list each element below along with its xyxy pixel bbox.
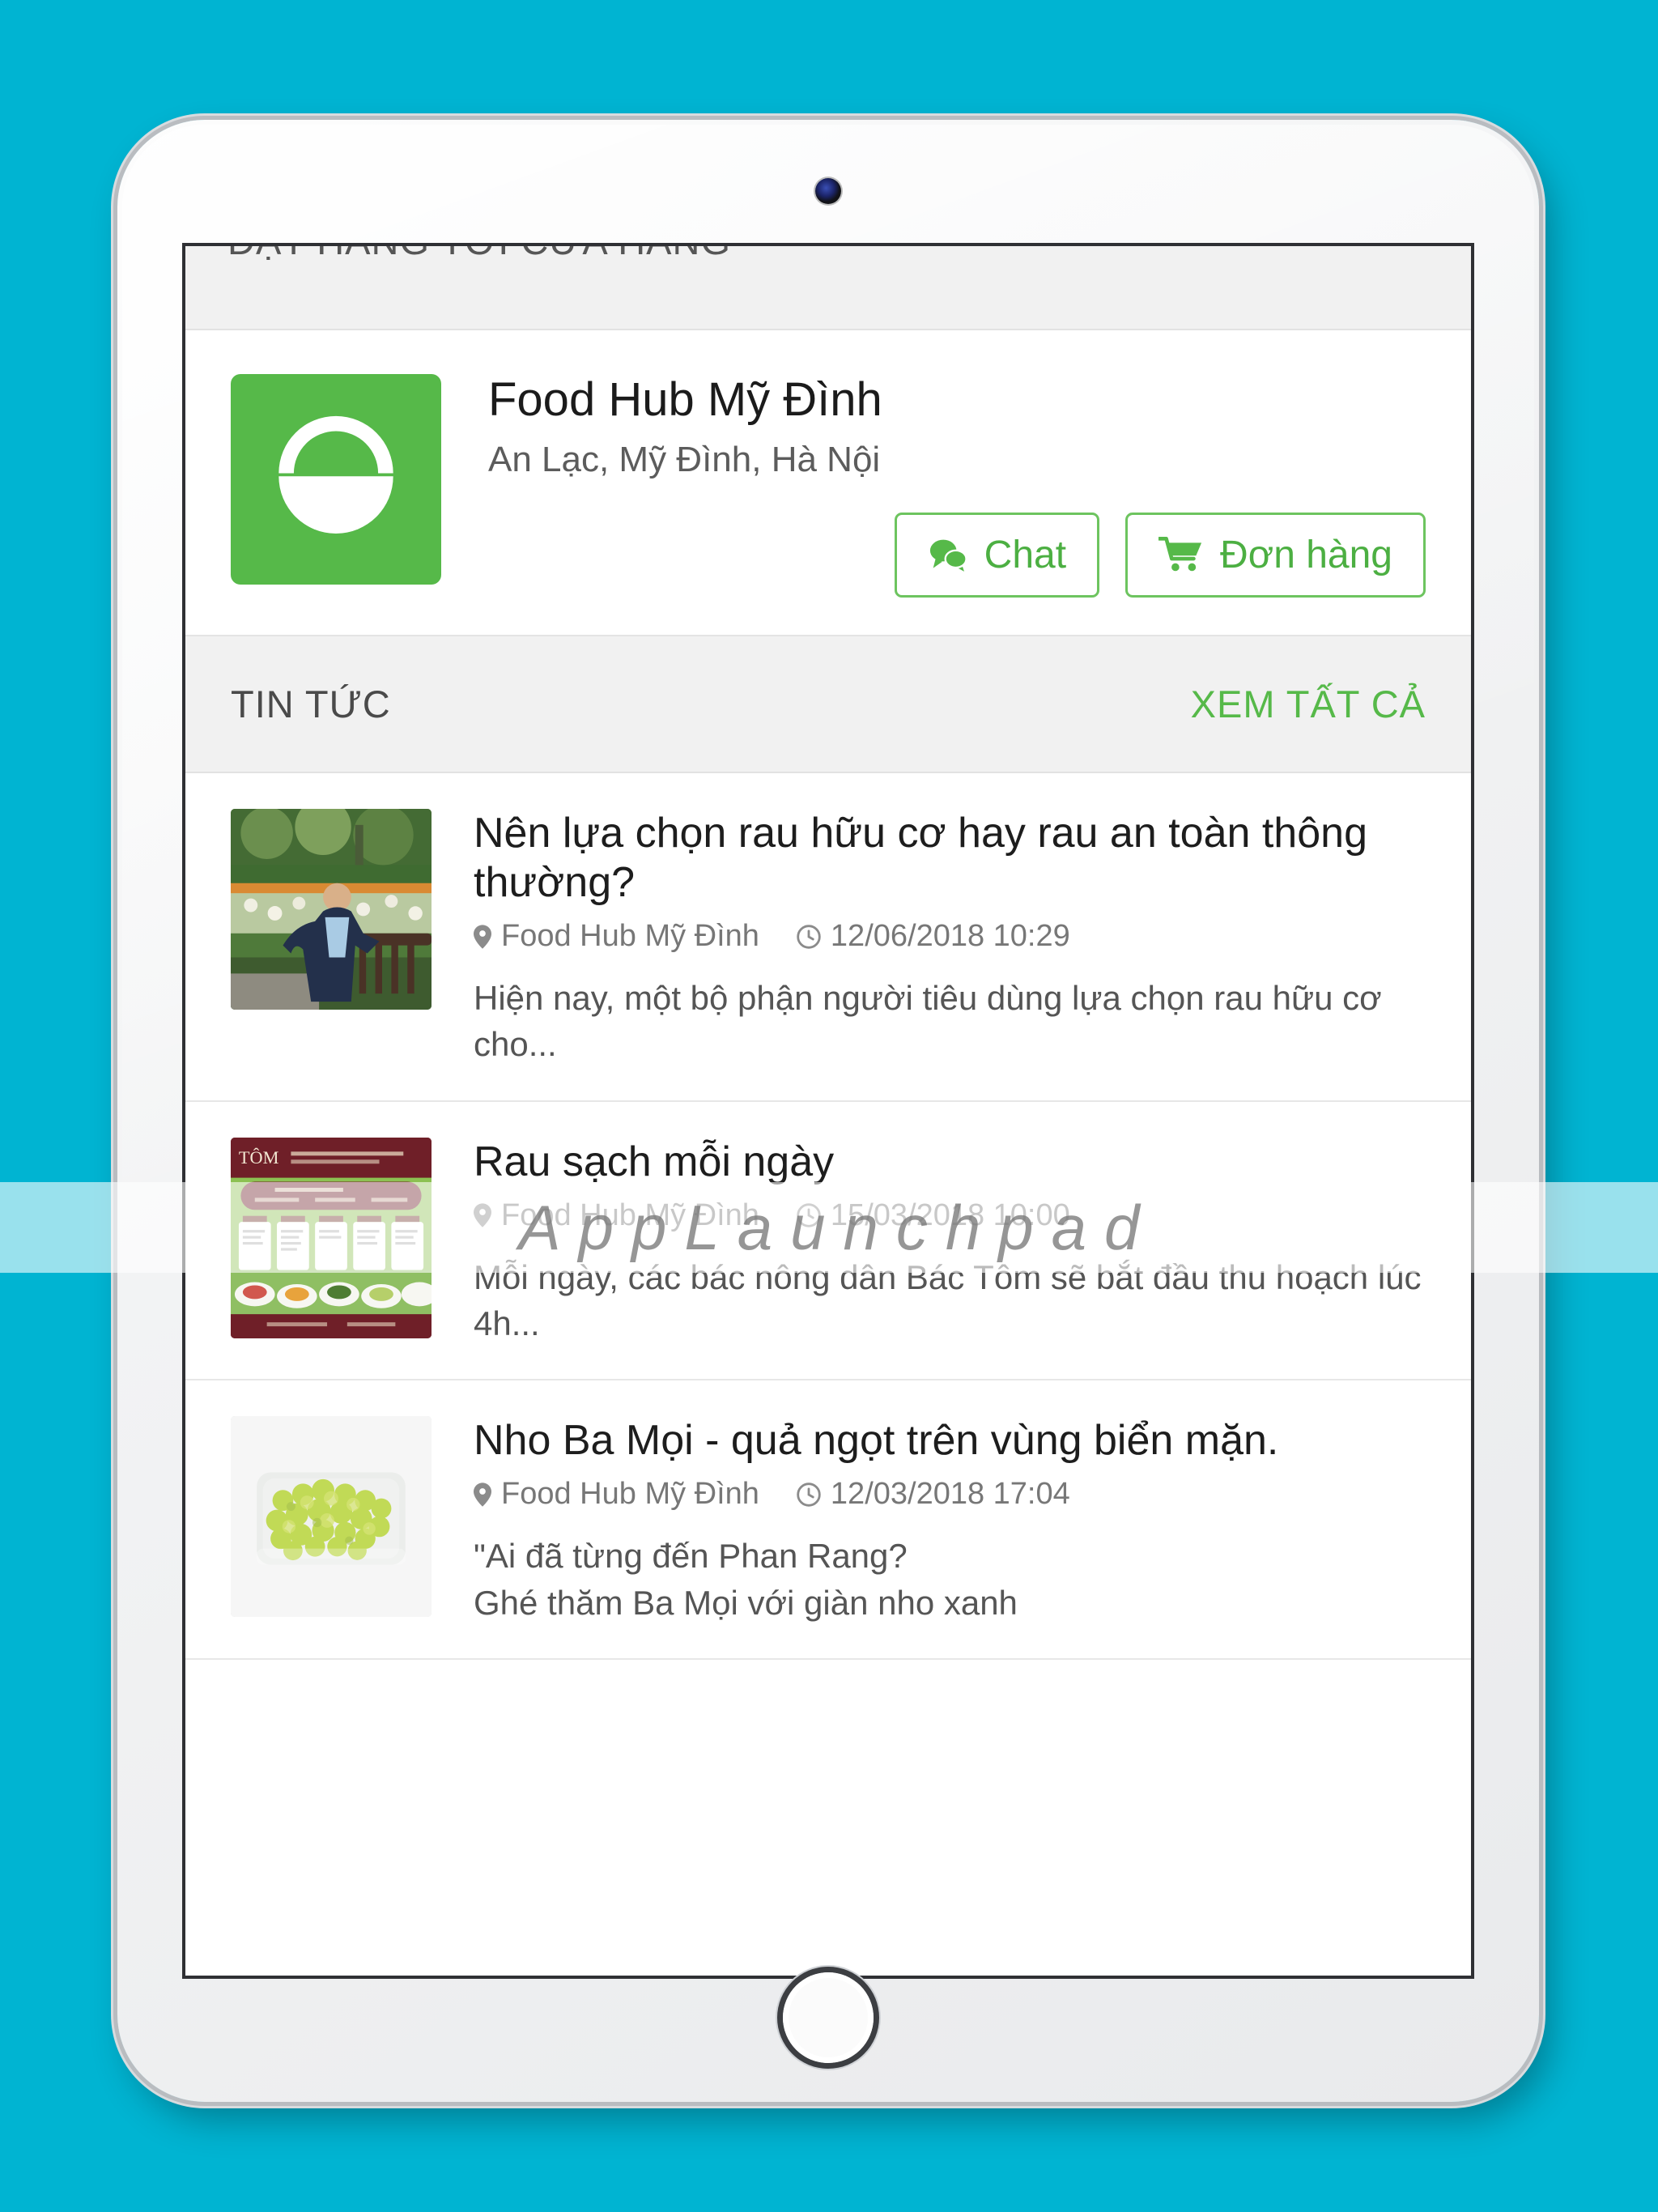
news-source-label: Food Hub Mỹ Đình bbox=[501, 919, 759, 954]
news-time: 12/03/2018 17:04 bbox=[797, 1477, 1070, 1512]
device-screen: ĐẶT HÀNG TỚI CỬA HÀNG Food Hub Mỹ Đình A… bbox=[185, 246, 1471, 1976]
list-item[interactable]: Nho Ba Mọi - quả ngọt trên vùng biển mặn… bbox=[185, 1380, 1471, 1660]
news-excerpt: "Ai đã từng đến Phan Rang? Ghé thăm Ba M… bbox=[474, 1537, 1018, 1622]
news-source-label: Food Hub Mỹ Đình bbox=[501, 1477, 759, 1512]
tablet-device-frame: ĐẶT HÀNG TỚI CỬA HÀNG Food Hub Mỹ Đình A… bbox=[117, 120, 1539, 2102]
view-all-news-link[interactable]: XEM TẤT CẢ bbox=[1191, 682, 1426, 726]
news-source: Food Hub Mỹ Đình bbox=[474, 1477, 759, 1512]
news-excerpt: Hiện nay, một bộ phận người tiêu dùng lự… bbox=[474, 979, 1382, 1064]
map-marker-icon bbox=[474, 925, 491, 949]
map-marker-icon bbox=[474, 1482, 491, 1507]
news-thumbnail bbox=[231, 1416, 432, 1618]
news-time: 15/03/2018 10:00 bbox=[797, 1198, 1070, 1233]
orders-button-label: Đơn hàng bbox=[1220, 533, 1392, 576]
camera-icon bbox=[815, 178, 841, 204]
clock-icon bbox=[797, 925, 821, 949]
store-name: Food Hub Mỹ Đình bbox=[488, 373, 882, 426]
map-marker-icon bbox=[474, 1203, 491, 1228]
news-source: Food Hub Mỹ Đình bbox=[474, 919, 759, 954]
store-address: An Lạc, Mỹ Đình, Hà Nội bbox=[488, 439, 881, 479]
news-body: Rau sạch mỗi ngày Food Hub Mỹ Đình 15/03… bbox=[432, 1138, 1426, 1347]
store-card[interactable]: Food Hub Mỹ Đình An Lạc, Mỹ Đình, Hà Nội bbox=[185, 330, 1471, 636]
news-time-label: 12/03/2018 17:04 bbox=[830, 1477, 1070, 1512]
orders-button[interactable]: Đơn hàng bbox=[1125, 512, 1426, 598]
news-title: Nên lựa chọn rau hữu cơ hay rau an toàn … bbox=[474, 809, 1367, 906]
news-title: Rau sạch mỗi ngày bbox=[474, 1138, 835, 1185]
news-time: 12/06/2018 10:29 bbox=[797, 919, 1070, 954]
news-source: Food Hub Mỹ Đình bbox=[474, 1198, 759, 1233]
home-button[interactable] bbox=[783, 1972, 874, 2063]
store-logo bbox=[231, 374, 441, 585]
news-excerpt: Mỗi ngày, các bác nông dân Bác Tôm sẽ bắ… bbox=[474, 1257, 1422, 1342]
news-thumbnail: TÔM bbox=[231, 1137, 432, 1338]
screenshot-stage: ĐẶT HÀNG TỚI CỬA HÀNG Food Hub Mỹ Đình A… bbox=[0, 0, 1658, 2212]
svg-text:TÔM: TÔM bbox=[239, 1146, 279, 1168]
shopping-basket-icon bbox=[278, 415, 393, 534]
store-action-buttons: Chat Đơn hàng bbox=[488, 482, 1426, 598]
news-meta: Food Hub Mỹ Đình 12/03/2018 17:04 bbox=[474, 1477, 1426, 1512]
clipped-section-heading-strip: ĐẶT HÀNG TỚI CỬA HÀNG bbox=[185, 246, 1471, 330]
list-item[interactable]: Nên lựa chọn rau hữu cơ hay rau an toàn … bbox=[185, 772, 1471, 1102]
comments-icon bbox=[929, 539, 967, 572]
news-meta: Food Hub Mỹ Đình 12/06/2018 10:29 bbox=[474, 919, 1426, 954]
news-time-label: 15/03/2018 10:00 bbox=[830, 1197, 1070, 1232]
news-meta: Food Hub Mỹ Đình 15/03/2018 10:00 bbox=[474, 1198, 1426, 1233]
store-info: Food Hub Mỹ Đình An Lạc, Mỹ Đình, Hà Nội bbox=[441, 374, 1426, 598]
chat-button[interactable]: Chat bbox=[894, 512, 1100, 598]
news-body: Nên lựa chọn rau hữu cơ hay rau an toàn … bbox=[432, 809, 1426, 1068]
news-thumbnail bbox=[231, 808, 432, 1010]
news-section-title: TIN TỨC bbox=[231, 682, 391, 725]
news-title: Nho Ba Mọi - quả ngọt trên vùng biển mặn… bbox=[474, 1417, 1279, 1465]
list-item[interactable]: TÔM Rau sạch mỗi ngày Food Hub Mỹ Đình 1… bbox=[185, 1101, 1471, 1381]
chat-button-label: Chat bbox=[984, 533, 1067, 576]
news-body: Nho Ba Mọi - quả ngọt trên vùng biển mặn… bbox=[432, 1416, 1426, 1626]
clock-icon bbox=[797, 1482, 821, 1507]
green-grapes-tray-image bbox=[231, 1416, 432, 1618]
clock-icon bbox=[797, 1203, 821, 1228]
bac-tom-schedule-poster-image: TÔM bbox=[231, 1137, 432, 1338]
news-time-label: 12/06/2018 10:29 bbox=[830, 919, 1070, 954]
man-on-bench-in-flower-garden-image bbox=[231, 808, 432, 1010]
news-source-label: Food Hub Mỹ Đình bbox=[501, 1197, 759, 1232]
clipped-section-heading: ĐẶT HÀNG TỚI CỬA HÀNG bbox=[227, 246, 731, 263]
shopping-cart-icon bbox=[1158, 537, 1202, 572]
news-section-header: TIN TỨC XEM TẤT CẢ bbox=[185, 636, 1471, 773]
